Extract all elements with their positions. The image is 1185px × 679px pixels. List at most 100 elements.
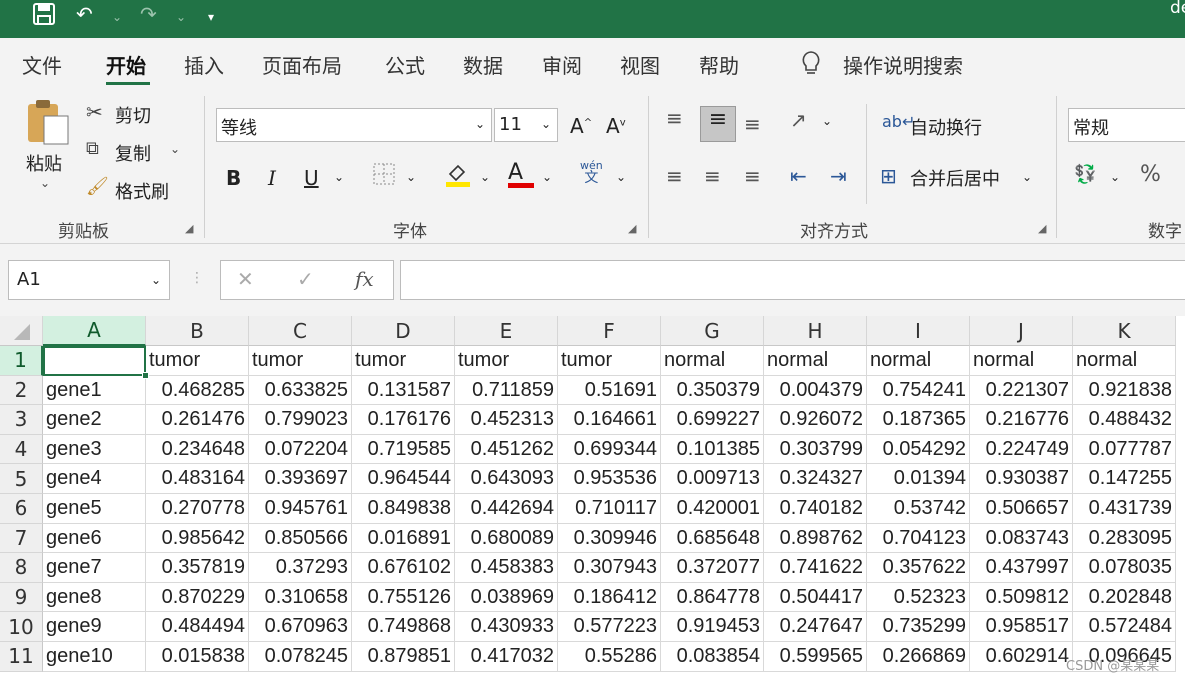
tab-help[interactable]: 帮助 (699, 50, 739, 79)
accounting-dropdown-icon[interactable]: ⌄ (1110, 170, 1120, 184)
cell-e10[interactable]: 0.430933 (455, 612, 558, 642)
cell-d7[interactable]: 0.016891 (352, 523, 455, 554)
cell-d2[interactable]: 0.131587 (352, 375, 455, 406)
cell-a5[interactable]: gene4 (43, 464, 146, 494)
cell-e9[interactable]: 0.038969 (455, 582, 558, 613)
redo-icon[interactable]: ↷ (140, 2, 157, 26)
cell-d1[interactable]: tumor (352, 346, 455, 376)
cell-k10[interactable]: 0.572484 (1073, 612, 1176, 642)
cell-c11[interactable]: 0.078245 (249, 642, 352, 672)
cell-k3[interactable]: 0.488432 (1073, 405, 1176, 435)
cell-h10[interactable]: 0.247647 (764, 612, 867, 642)
cell-i8[interactable]: 0.357622 (867, 553, 970, 583)
cell-c7[interactable]: 0.850566 (249, 523, 352, 554)
increase-indent-icon[interactable]: ⇥ (830, 164, 847, 188)
cell-a6[interactable]: gene5 (43, 494, 146, 524)
column-header-e[interactable]: E (455, 316, 558, 346)
font-color-dropdown-icon[interactable]: ⌄ (542, 170, 552, 184)
cell-c6[interactable]: 0.945761 (249, 494, 352, 524)
cell-e5[interactable]: 0.643093 (455, 464, 558, 494)
scissors-icon[interactable]: ✂ (86, 100, 103, 124)
cell-h5[interactable]: 0.324327 (764, 464, 867, 494)
cell-g3[interactable]: 0.699227 (661, 405, 764, 435)
cell-j6[interactable]: 0.506657 (970, 494, 1073, 524)
cell-b10[interactable]: 0.484494 (146, 612, 249, 642)
cell-h11[interactable]: 0.599565 (764, 642, 867, 672)
align-right-icon[interactable]: ≡ (744, 164, 761, 188)
copy-dropdown-icon[interactable]: ⌄ (170, 142, 180, 156)
fill-color-dropdown-icon[interactable]: ⌄ (480, 170, 490, 184)
cell-b1[interactable]: tumor (146, 346, 249, 376)
row-header-2[interactable]: 2 (0, 375, 43, 406)
cell-e3[interactable]: 0.452313 (455, 405, 558, 435)
cell-f4[interactable]: 0.699344 (558, 434, 661, 465)
cell-a3[interactable]: gene2 (43, 405, 146, 435)
cell-e1[interactable]: tumor (455, 346, 558, 376)
align-left-icon[interactable]: ≡ (666, 164, 683, 188)
cell-k6[interactable]: 0.431739 (1073, 494, 1176, 524)
cell-b3[interactable]: 0.261476 (146, 405, 249, 435)
column-header-k[interactable]: K (1073, 316, 1176, 346)
underline-button[interactable]: U (304, 166, 319, 190)
tab-page-layout[interactable]: 页面布局 (262, 50, 342, 79)
cell-d10[interactable]: 0.749868 (352, 612, 455, 642)
copy-button[interactable]: 复制 (115, 140, 151, 166)
cell-k9[interactable]: 0.202848 (1073, 582, 1176, 613)
cell-e7[interactable]: 0.680089 (455, 523, 558, 554)
cell-i1[interactable]: normal (867, 346, 970, 376)
cell-b11[interactable]: 0.015838 (146, 642, 249, 672)
cell-f2[interactable]: 0.51691 (558, 375, 661, 406)
row-header-5[interactable]: 5 (0, 464, 43, 494)
align-center-icon[interactable]: ≡ (704, 164, 721, 188)
cell-j7[interactable]: 0.083743 (970, 523, 1073, 554)
tab-view[interactable]: 视图 (620, 50, 660, 79)
accounting-format-icon[interactable]: 💱 (1074, 164, 1096, 185)
cell-d9[interactable]: 0.755126 (352, 582, 455, 613)
cell-i7[interactable]: 0.704123 (867, 523, 970, 554)
cell-c2[interactable]: 0.633825 (249, 375, 352, 406)
row-header-7[interactable]: 7 (0, 523, 43, 554)
cell-d11[interactable]: 0.879851 (352, 642, 455, 672)
cell-f9[interactable]: 0.186412 (558, 582, 661, 613)
cell-c9[interactable]: 0.310658 (249, 582, 352, 613)
cell-i5[interactable]: 0.01394 (867, 464, 970, 494)
merge-center-button[interactable]: 合并后居中 (910, 165, 1000, 191)
active-cell-a1[interactable] (43, 346, 146, 376)
cell-b7[interactable]: 0.985642 (146, 523, 249, 554)
cell-i4[interactable]: 0.054292 (867, 434, 970, 465)
italic-button[interactable]: I (268, 166, 276, 190)
column-header-j[interactable]: J (970, 316, 1073, 346)
cell-g11[interactable]: 0.083854 (661, 642, 764, 672)
save-icon[interactable] (32, 2, 56, 31)
align-bottom-icon[interactable]: ≡ (744, 112, 761, 136)
cell-j11[interactable]: 0.602914 (970, 642, 1073, 672)
percent-button[interactable]: % (1140, 162, 1161, 187)
cell-k7[interactable]: 0.283095 (1073, 523, 1176, 554)
cell-d6[interactable]: 0.849838 (352, 494, 455, 524)
cell-b2[interactable]: 0.468285 (146, 375, 249, 406)
cell-b5[interactable]: 0.483164 (146, 464, 249, 494)
enter-icon[interactable]: ✓ (297, 267, 314, 291)
cell-a10[interactable]: gene9 (43, 612, 146, 642)
cell-i3[interactable]: 0.187365 (867, 405, 970, 435)
tell-me-search[interactable]: 操作说明搜索 (843, 50, 963, 79)
cell-f5[interactable]: 0.953536 (558, 464, 661, 494)
cell-f7[interactable]: 0.309946 (558, 523, 661, 554)
cell-g2[interactable]: 0.350379 (661, 375, 764, 406)
orientation-icon[interactable]: ↗ (790, 108, 807, 132)
cell-g10[interactable]: 0.919453 (661, 612, 764, 642)
cell-e11[interactable]: 0.417032 (455, 642, 558, 672)
cell-g8[interactable]: 0.372077 (661, 553, 764, 583)
fill-color-icon[interactable] (444, 160, 472, 192)
cell-g4[interactable]: 0.101385 (661, 434, 764, 465)
paste-dropdown-icon[interactable]: ⌄ (40, 176, 50, 190)
row-header-4[interactable]: 4 (0, 434, 43, 465)
row-header-6[interactable]: 6 (0, 494, 43, 524)
cell-e6[interactable]: 0.442694 (455, 494, 558, 524)
select-all-corner[interactable] (0, 316, 43, 346)
cell-k8[interactable]: 0.078035 (1073, 553, 1176, 583)
cell-k1[interactable]: normal (1073, 346, 1176, 376)
cell-c8[interactable]: 0.37293 (249, 553, 352, 583)
format-painter-button[interactable]: 格式刷 (115, 178, 169, 204)
brush-icon[interactable]: 🖌 (86, 176, 109, 197)
